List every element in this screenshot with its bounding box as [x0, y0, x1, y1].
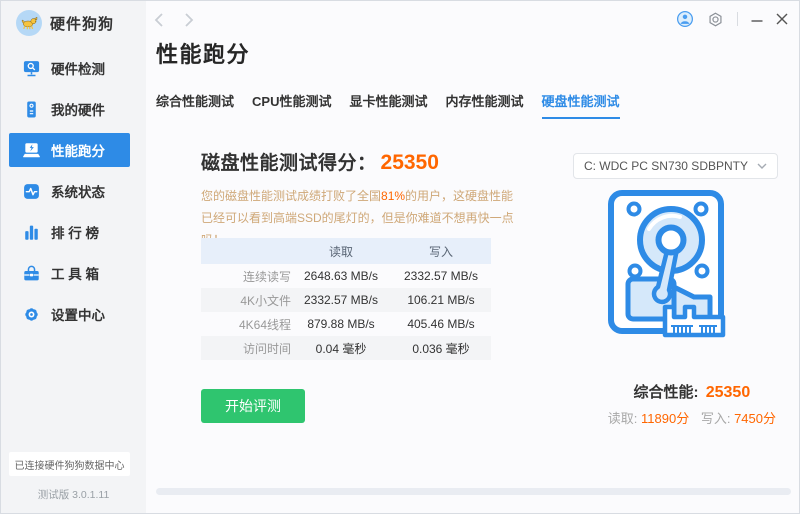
- sidebar-item-label: 硬件检测: [51, 58, 105, 78]
- sidebar-item-ranking[interactable]: 排 行 榜: [9, 215, 130, 249]
- drive-select-value: C: WDC PC SN730 SDBPNTY: [584, 159, 748, 173]
- back-button[interactable]: [154, 12, 168, 28]
- tab-memory[interactable]: 内存性能测试: [445, 91, 523, 119]
- sidebar-item-label: 工 具 箱: [51, 263, 99, 283]
- benchmark-tabs: 综合性能测试 CPU性能测试 显卡性能测试 内存性能测试 硬盘性能测试: [156, 91, 620, 119]
- sidebar-item-label: 系统状态: [51, 181, 105, 201]
- read-value: 0.04 毫秒: [291, 340, 391, 357]
- row-label: 4K小文件: [201, 292, 291, 309]
- sidebar-item-my-hardware[interactable]: 我的硬件: [9, 92, 130, 126]
- read-score: 11890分: [641, 411, 689, 426]
- tab-overall[interactable]: 综合性能测试: [156, 91, 234, 119]
- drive-select-dropdown[interactable]: C: WDC PC SN730 SDBPNTY: [573, 153, 778, 179]
- history-nav: [154, 12, 198, 28]
- start-benchmark-button[interactable]: 开始评测: [201, 389, 305, 423]
- header-read: 读取: [291, 243, 391, 260]
- description-percent: 81%: [381, 189, 405, 203]
- sidebar-item-label: 设置中心: [51, 304, 105, 324]
- app-settings-button[interactable]: [707, 11, 724, 28]
- app-window: 硬件狗狗 硬件检测: [0, 0, 800, 514]
- app-title: 硬件狗狗: [50, 13, 114, 34]
- table-header-row: 读取 写入: [201, 238, 491, 264]
- write-value: 0.036 毫秒: [391, 340, 491, 357]
- hard-drive-illustration: [605, 189, 735, 346]
- app-logo: 硬件狗狗: [16, 10, 114, 36]
- sidebar: 硬件狗狗 硬件检测: [1, 1, 146, 513]
- write-label: 写入:: [701, 411, 731, 426]
- sidebar-item-settings[interactable]: 设置中心: [9, 297, 130, 331]
- disk-score-heading: 磁盘性能测试得分： 25350: [201, 148, 439, 175]
- dog-logo-icon: [16, 10, 42, 36]
- sidebar-item-benchmark[interactable]: 性能跑分: [9, 133, 130, 167]
- titlebar-divider: [737, 12, 738, 26]
- read-value: 2648.63 MB/s: [291, 269, 391, 283]
- overall-score-line: 综合性能: 25350: [608, 381, 776, 402]
- horizontal-scrollbar[interactable]: [156, 488, 791, 495]
- laptop-bolt-icon: [22, 141, 41, 160]
- write-value: 405.46 MB/s: [391, 317, 491, 331]
- sidebar-item-label: 我的硬件: [51, 99, 105, 119]
- bar-chart-icon: [22, 223, 41, 242]
- user-button[interactable]: [676, 10, 694, 28]
- write-value: 2332.57 MB/s: [391, 269, 491, 283]
- toolbox-icon: [22, 264, 41, 283]
- sidebar-item-system-status[interactable]: 系统状态: [9, 174, 130, 208]
- forward-button[interactable]: [184, 12, 198, 28]
- sidebar-item-hardware-detect[interactable]: 硬件检测: [9, 51, 130, 85]
- disk-result-table: 读取 写入 连续读写 2648.63 MB/s 2332.57 MB/s 4K小…: [201, 238, 491, 360]
- read-value: 879.88 MB/s: [291, 317, 391, 331]
- sidebar-item-toolbox[interactable]: 工 具 箱: [9, 256, 130, 290]
- header-write: 写入: [391, 243, 491, 260]
- chevron-down-icon: [757, 163, 767, 169]
- table-row: 访问时间 0.04 毫秒 0.036 毫秒: [201, 336, 491, 360]
- score-label: 磁盘性能测试得分：: [201, 148, 377, 175]
- sidebar-item-label: 排 行 榜: [51, 222, 99, 242]
- tab-cpu[interactable]: CPU性能测试: [252, 91, 331, 119]
- connection-status: 已连接硬件狗狗数据中心: [9, 452, 130, 476]
- gear-icon: [22, 305, 41, 324]
- connection-status-text: 已连接硬件狗狗数据中心: [15, 457, 125, 472]
- overall-value: 25350: [706, 384, 751, 401]
- window-controls: [676, 10, 788, 28]
- sidebar-item-label: 性能跑分: [51, 140, 105, 160]
- sidebar-nav: 硬件检测 我的硬件: [9, 51, 130, 338]
- version-label: 测试版 3.0.1.11: [1, 487, 146, 502]
- row-label: 连续读写: [201, 268, 291, 285]
- table-row: 连续读写 2648.63 MB/s 2332.57 MB/s: [201, 264, 491, 288]
- main-area: 性能跑分 综合性能测试 CPU性能测试 显卡性能测试 内存性能测试 硬盘性能测试…: [146, 1, 800, 513]
- read-label: 读取:: [608, 411, 638, 426]
- monitor-search-icon: [22, 59, 41, 78]
- write-score: 7450分: [734, 411, 776, 426]
- tab-disk[interactable]: 硬盘性能测试: [542, 91, 620, 119]
- row-label: 访问时间: [201, 340, 291, 357]
- pc-tower-icon: [22, 100, 41, 119]
- read-write-score-line: 读取: 11890分 写入: 7450分: [608, 408, 776, 427]
- description-pre: 您的磁盘性能测试成绩打败了全国: [201, 189, 381, 203]
- score-value: 25350: [381, 151, 439, 175]
- pulse-icon: [22, 182, 41, 201]
- row-label: 4K64线程: [201, 316, 291, 333]
- close-button[interactable]: [776, 13, 788, 25]
- write-value: 106.21 MB/s: [391, 293, 491, 307]
- overall-label: 综合性能:: [634, 384, 699, 401]
- page-title: 性能跑分: [156, 37, 250, 69]
- table-row: 4K小文件 2332.57 MB/s 106.21 MB/s: [201, 288, 491, 312]
- minimize-button[interactable]: [751, 13, 763, 25]
- read-value: 2332.57 MB/s: [291, 293, 391, 307]
- score-summary: 综合性能: 25350 读取: 11890分 写入: 7450分: [608, 381, 776, 427]
- table-row: 4K64线程 879.88 MB/s 405.46 MB/s: [201, 312, 491, 336]
- tab-gpu[interactable]: 显卡性能测试: [349, 91, 427, 119]
